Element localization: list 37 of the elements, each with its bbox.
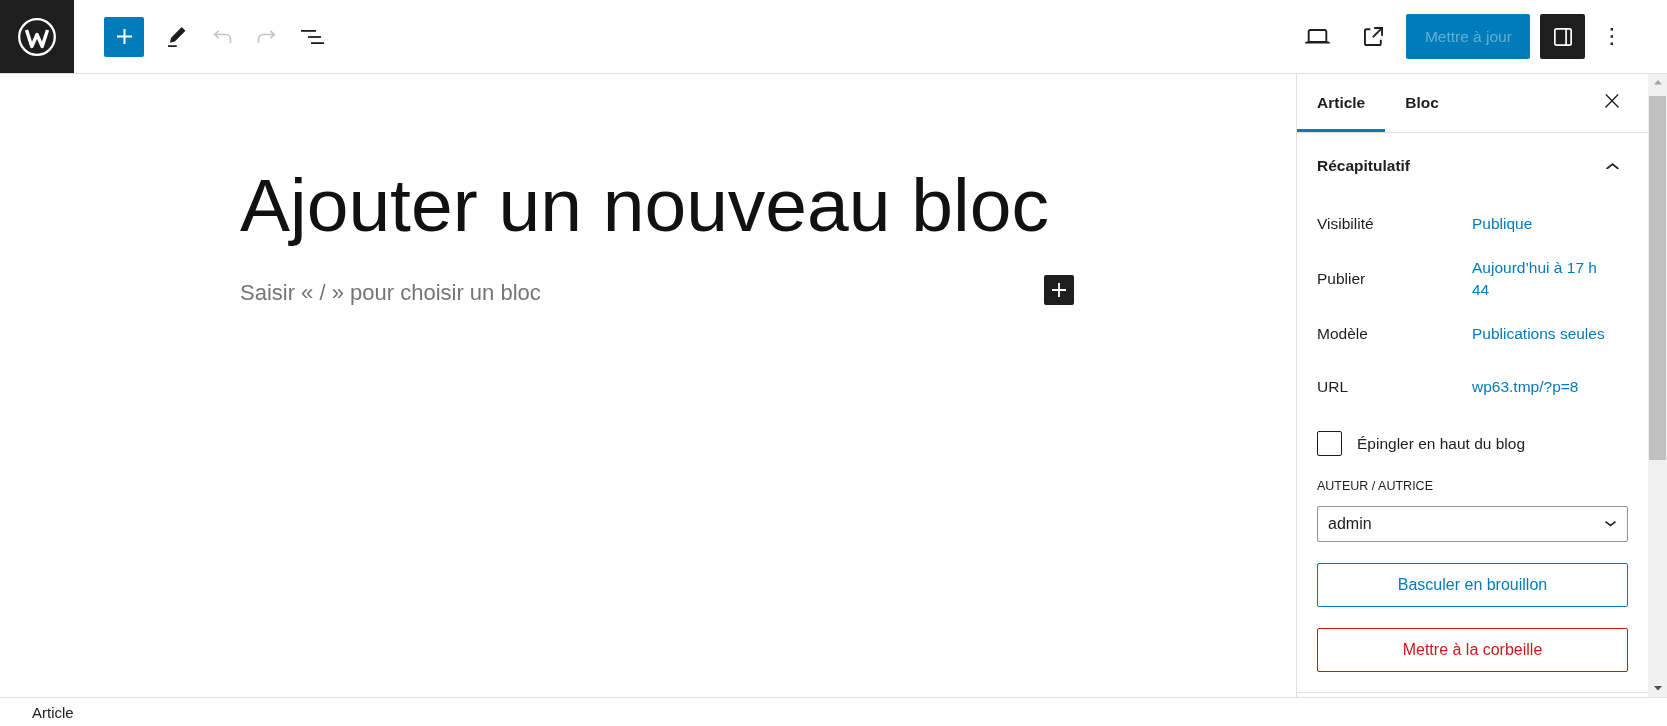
sidebar-panel-icon[interactable] [1553,27,1572,46]
summary-label: URL [1317,378,1349,396]
sidebar-tab[interactable]: Article [1297,74,1386,132]
author-label: AUTEUR / AUTRICE [1317,478,1434,494]
close-button[interactable] [1605,94,1619,108]
pen-button[interactable] [168,26,186,47]
summary-value-link[interactable]: Publique [1472,213,1612,235]
checkbox[interactable] [1317,431,1342,456]
panel-header-button[interactable]: Récapitulatif [1317,157,1628,175]
checkbox-label[interactable]: Épingler en haut du blog [1357,434,1526,453]
settings-toggle-button[interactable] [1540,14,1586,59]
chevron-down-icon[interactable] [1605,521,1616,527]
paragraph-field[interactable]: Saisir « / » pour choisir un bloc [240,276,1044,309]
author-select[interactable]: admin [1317,506,1628,542]
scrollbar-thumb[interactable] [1649,96,1666,460]
plus-icon[interactable] [1052,282,1066,297]
scrollbar[interactable] [1648,74,1667,697]
summary-value-link[interactable]: Publications seules [1472,323,1612,345]
caret-down-icon[interactable] [1653,686,1662,691]
list-view-button[interactable] [300,29,324,44]
summary-label: Modèle [1317,325,1369,343]
logo-icon[interactable] [18,17,56,56]
post-title[interactable]: Ajouter un nouveau bloc [240,160,1049,250]
breadcrumb-item[interactable]: Article [32,703,74,721]
summary-value-link[interactable]: Aujourd’hui à 17 h 44 [1472,257,1612,301]
more-options-button[interactable] [1610,28,1614,45]
draft-button[interactable]: Basculer en brouillon [1317,563,1628,607]
trash-button[interactable]: Mettre à la corbeille [1317,628,1628,672]
site-button[interactable] [0,0,74,73]
view-post-button[interactable] [1363,27,1383,46]
summary-label: Publier [1317,270,1367,288]
sidebar-tab[interactable]: Bloc [1385,74,1459,132]
summary-value-link[interactable]: wp63.tmp/?p=8 [1472,376,1612,398]
summary-label: Visibilité [1317,215,1375,233]
preview-button[interactable] [1304,29,1330,44]
chevron-up-icon[interactable] [1605,162,1619,170]
add-block-button[interactable] [1044,274,1074,305]
